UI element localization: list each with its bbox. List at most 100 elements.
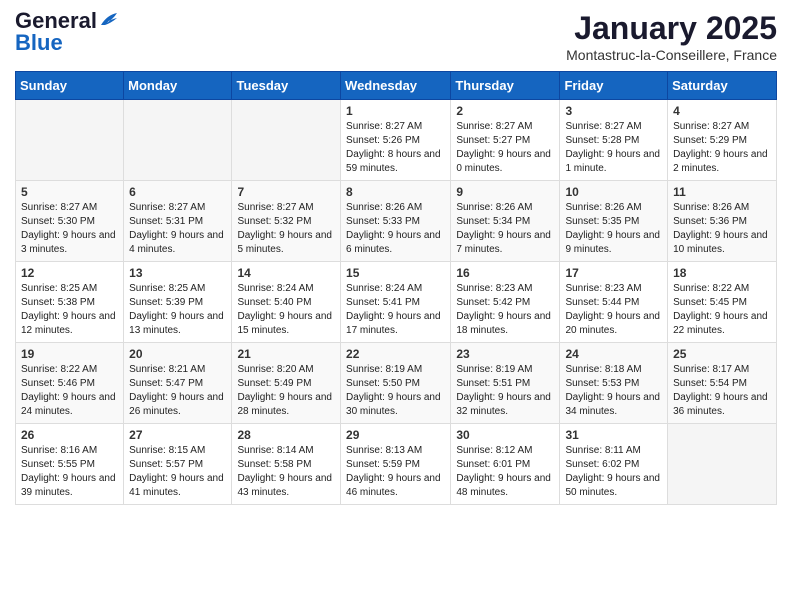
day-info: Sunrise: 8:19 AMSunset: 5:51 PMDaylight:… [456,363,554,419]
calendar-day-cell: 2Sunrise: 8:27 AMSunset: 5:27 PMDaylight… [451,100,560,181]
day-number: 11 [673,185,771,199]
day-info: Sunrise: 8:26 AMSunset: 5:34 PMDaylight:… [456,201,554,257]
calendar-week-row: 19 Sunrise: 8:22 AMSunset: 5:46 PMDayligh… [16,343,777,424]
day-info: Sunrise: 8:23 AMSunset: 5:44 PMDaylight:… [565,282,662,338]
day-info: Sunrise: 8:24 AMSunset: 5:41 PMDaylight:… [346,282,445,338]
calendar-week-row: 5 Sunrise: 8:27 AMSunset: 5:30 PMDaylight… [16,181,777,262]
day-number: 19 [21,347,118,361]
day-info: Sunrise: 8:25 AMSunset: 5:39 PMDaylight:… [129,282,226,338]
day-number: 30 [456,428,554,442]
day-info: Sunrise: 8:26 AMSunset: 5:33 PMDaylight:… [346,201,445,257]
day-info: Sunrise: 8:27 AMSunset: 5:32 PMDaylight:… [237,201,335,257]
title-block: January 2025 Montastruc-la-Conseillere, … [566,10,777,63]
calendar-header-row: SundayMondayTuesdayWednesdayThursdayFrid… [16,72,777,100]
calendar-day-cell: 11 Sunrise: 8:26 AMSunset: 5:36 PMDayligh… [668,181,777,262]
day-number: 15 [346,266,445,280]
weekday-header-saturday: Saturday [668,72,777,100]
calendar-day-cell [232,100,341,181]
day-info: Sunrise: 8:19 AMSunset: 5:50 PMDaylight:… [346,363,445,419]
day-number: 5 [21,185,118,199]
day-number: 17 [565,266,662,280]
calendar-day-cell: 6 Sunrise: 8:27 AMSunset: 5:31 PMDaylight… [124,181,232,262]
location: Montastruc-la-Conseillere, France [566,47,777,63]
day-info: Sunrise: 8:21 AMSunset: 5:47 PMDaylight:… [129,363,226,419]
day-number: 1 [346,104,445,118]
calendar-week-row: 12 Sunrise: 8:25 AMSunset: 5:38 PMDayligh… [16,262,777,343]
day-info: Sunrise: 8:26 AMSunset: 5:36 PMDaylight:… [673,201,771,257]
logo-blue-text: Blue [15,32,63,54]
calendar-day-cell: 21Sunrise: 8:20 AMSunset: 5:49 PMDayligh… [232,343,341,424]
calendar-day-cell: 29 Sunrise: 8:13 AMSunset: 5:59 PMDayligh… [341,424,451,505]
day-info: Sunrise: 8:12 AMSunset: 6:01 PMDaylight:… [456,444,554,500]
calendar-day-cell [124,100,232,181]
day-info: Sunrise: 8:24 AMSunset: 5:40 PMDaylight:… [237,282,335,338]
day-info: Sunrise: 8:27 AMSunset: 5:27 PMDaylight:… [456,120,554,176]
day-info: Sunrise: 8:26 AMSunset: 5:35 PMDaylight:… [565,201,662,257]
day-info: Sunrise: 8:27 AMSunset: 5:30 PMDaylight:… [21,201,118,257]
day-number: 28 [237,428,335,442]
calendar-day-cell: 27Sunrise: 8:15 AMSunset: 5:57 PMDayligh… [124,424,232,505]
calendar-day-cell: 10Sunrise: 8:26 AMSunset: 5:35 PMDayligh… [560,181,668,262]
day-number: 3 [565,104,662,118]
day-number: 22 [346,347,445,361]
day-number: 6 [129,185,226,199]
calendar-day-cell: 31Sunrise: 8:11 AMSunset: 6:02 PMDayligh… [560,424,668,505]
day-number: 14 [237,266,335,280]
day-number: 12 [21,266,118,280]
weekday-header-monday: Monday [124,72,232,100]
calendar-table: SundayMondayTuesdayWednesdayThursdayFrid… [15,71,777,505]
month-title: January 2025 [566,10,777,47]
calendar-day-cell: 4Sunrise: 8:27 AMSunset: 5:29 PMDaylight… [668,100,777,181]
day-number: 13 [129,266,226,280]
day-info: Sunrise: 8:23 AMSunset: 5:42 PMDaylight:… [456,282,554,338]
calendar-day-cell: 28 Sunrise: 8:14 AMSunset: 5:58 PMDayligh… [232,424,341,505]
day-number: 8 [346,185,445,199]
calendar-day-cell: 5 Sunrise: 8:27 AMSunset: 5:30 PMDaylight… [16,181,124,262]
day-number: 29 [346,428,445,442]
calendar-day-cell: 25 Sunrise: 8:17 AMSunset: 5:54 PMDayligh… [668,343,777,424]
day-info: Sunrise: 8:22 AMSunset: 5:46 PMDaylight:… [21,363,118,419]
weekday-header-thursday: Thursday [451,72,560,100]
calendar-day-cell: 8 Sunrise: 8:26 AMSunset: 5:33 PMDaylight… [341,181,451,262]
calendar-day-cell: 14 Sunrise: 8:24 AMSunset: 5:40 PMDayligh… [232,262,341,343]
calendar-week-row: 26 Sunrise: 8:16 AMSunset: 5:55 PMDayligh… [16,424,777,505]
calendar-day-cell [16,100,124,181]
day-info: Sunrise: 8:15 AMSunset: 5:57 PMDaylight:… [129,444,226,500]
page-header: General Blue January 2025 Montastruc-la-… [15,10,777,63]
calendar-day-cell: 19 Sunrise: 8:22 AMSunset: 5:46 PMDayligh… [16,343,124,424]
day-info: Sunrise: 8:22 AMSunset: 5:45 PMDaylight:… [673,282,771,338]
day-info: Sunrise: 8:27 AMSunset: 5:31 PMDaylight:… [129,201,226,257]
logo: General Blue [15,10,121,54]
day-number: 20 [129,347,226,361]
calendar-day-cell: 18Sunrise: 8:22 AMSunset: 5:45 PMDayligh… [668,262,777,343]
day-info: Sunrise: 8:25 AMSunset: 5:38 PMDaylight:… [21,282,118,338]
day-number: 4 [673,104,771,118]
calendar-day-cell: 7Sunrise: 8:27 AMSunset: 5:32 PMDaylight… [232,181,341,262]
day-number: 25 [673,347,771,361]
calendar-day-cell: 30 Sunrise: 8:12 AMSunset: 6:01 PMDayligh… [451,424,560,505]
calendar-day-cell: 23 Sunrise: 8:19 AMSunset: 5:51 PMDayligh… [451,343,560,424]
day-info: Sunrise: 8:11 AMSunset: 6:02 PMDaylight:… [565,444,662,500]
calendar-day-cell: 12 Sunrise: 8:25 AMSunset: 5:38 PMDayligh… [16,262,124,343]
day-info: Sunrise: 8:17 AMSunset: 5:54 PMDaylight:… [673,363,771,419]
calendar-day-cell: 26 Sunrise: 8:16 AMSunset: 5:55 PMDayligh… [16,424,124,505]
logo-general-text: General [15,10,97,32]
calendar-day-cell: 9 Sunrise: 8:26 AMSunset: 5:34 PMDaylight… [451,181,560,262]
calendar-day-cell [668,424,777,505]
day-info: Sunrise: 8:20 AMSunset: 5:49 PMDaylight:… [237,363,335,419]
day-number: 23 [456,347,554,361]
day-number: 26 [21,428,118,442]
day-info: Sunrise: 8:18 AMSunset: 5:53 PMDaylight:… [565,363,662,419]
day-number: 9 [456,185,554,199]
day-info: Sunrise: 8:14 AMSunset: 5:58 PMDaylight:… [237,444,335,500]
calendar-day-cell: 3Sunrise: 8:27 AMSunset: 5:28 PMDaylight… [560,100,668,181]
day-info: Sunrise: 8:16 AMSunset: 5:55 PMDaylight:… [21,444,118,500]
weekday-header-wednesday: Wednesday [341,72,451,100]
day-number: 16 [456,266,554,280]
day-info: Sunrise: 8:13 AMSunset: 5:59 PMDaylight:… [346,444,445,500]
calendar-day-cell: 15 Sunrise: 8:24 AMSunset: 5:41 PMDayligh… [341,262,451,343]
weekday-header-tuesday: Tuesday [232,72,341,100]
calendar-week-row: 1Sunrise: 8:27 AMSunset: 5:26 PMDaylight… [16,100,777,181]
calendar-day-cell: 16 Sunrise: 8:23 AMSunset: 5:42 PMDayligh… [451,262,560,343]
day-number: 24 [565,347,662,361]
